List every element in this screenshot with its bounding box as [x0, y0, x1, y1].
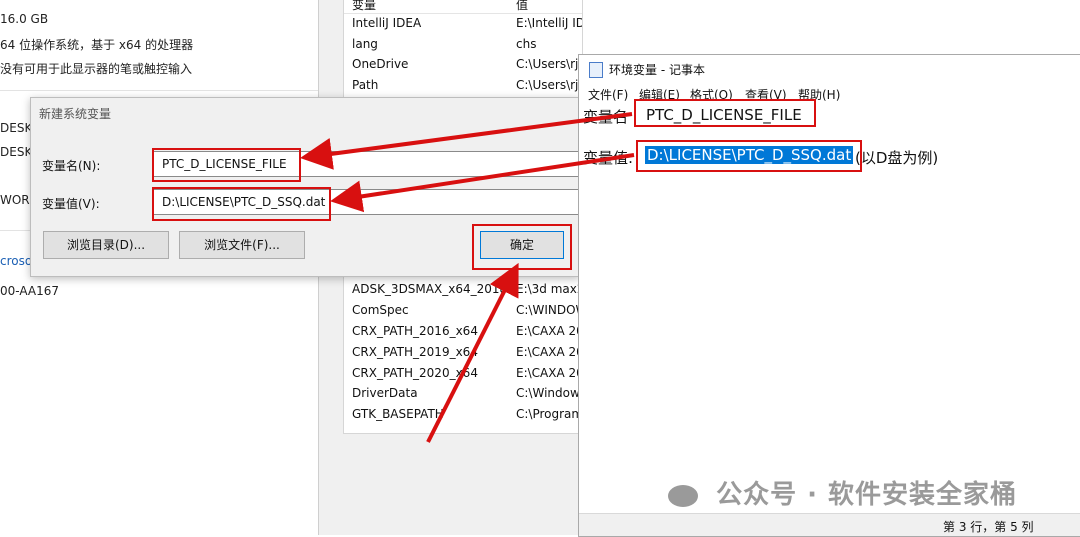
arrow-to-name-field	[300, 112, 633, 170]
watermark: 公众号 · 软件安装全家桶	[668, 474, 1017, 511]
arrow-to-ok-button	[426, 262, 519, 443]
annotation-arrows	[300, 112, 635, 443]
arrow-to-value-field	[330, 153, 635, 213]
wechat-icon	[668, 484, 698, 507]
